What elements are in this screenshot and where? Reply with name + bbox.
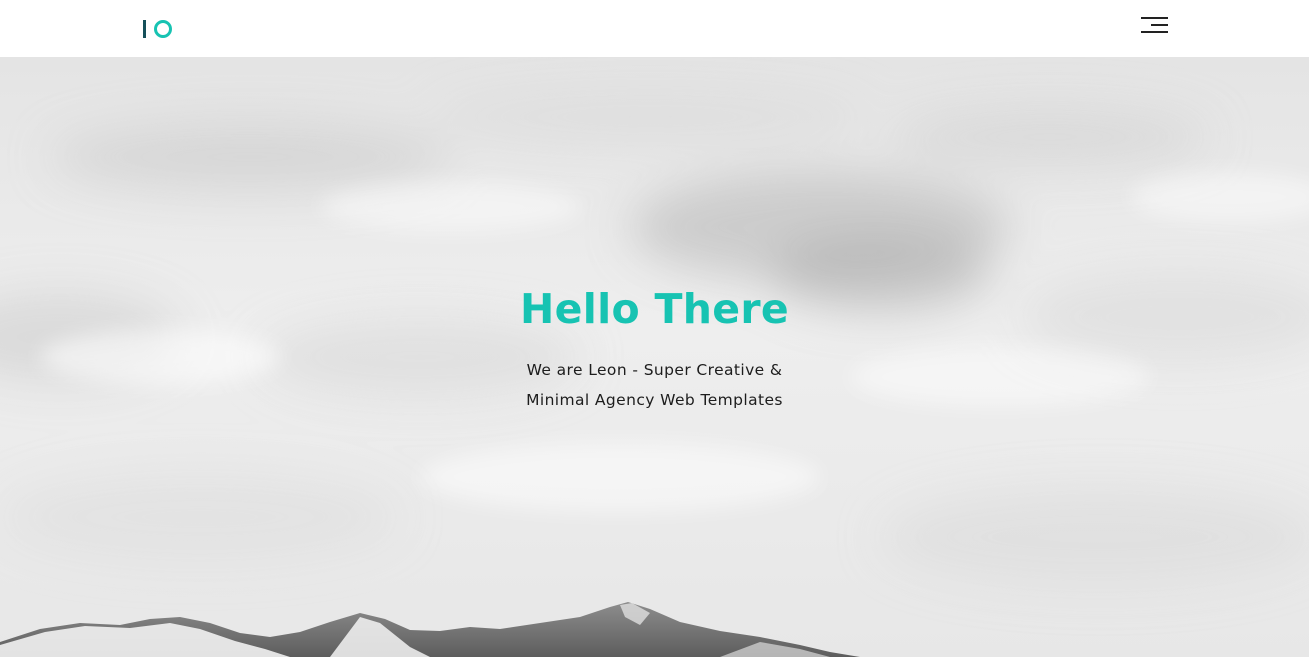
hero-subtitle: We are Leon - Super Creative & Minimal A… <box>505 355 805 415</box>
hero-content: Hello There We are Leon - Super Creative… <box>0 281 1309 415</box>
hero-subtitle-line1: We are Leon - Super Creative & <box>526 361 783 379</box>
hero-section: Hello There We are Leon - Super Creative… <box>0 57 1309 657</box>
hero-subtitle-line2: Minimal Agency Web Templates <box>526 391 783 409</box>
logo-icon[interactable] <box>143 18 175 40</box>
site-header <box>0 0 1309 57</box>
hero-title: Hello There <box>520 285 789 333</box>
menu-button[interactable] <box>1138 14 1170 38</box>
